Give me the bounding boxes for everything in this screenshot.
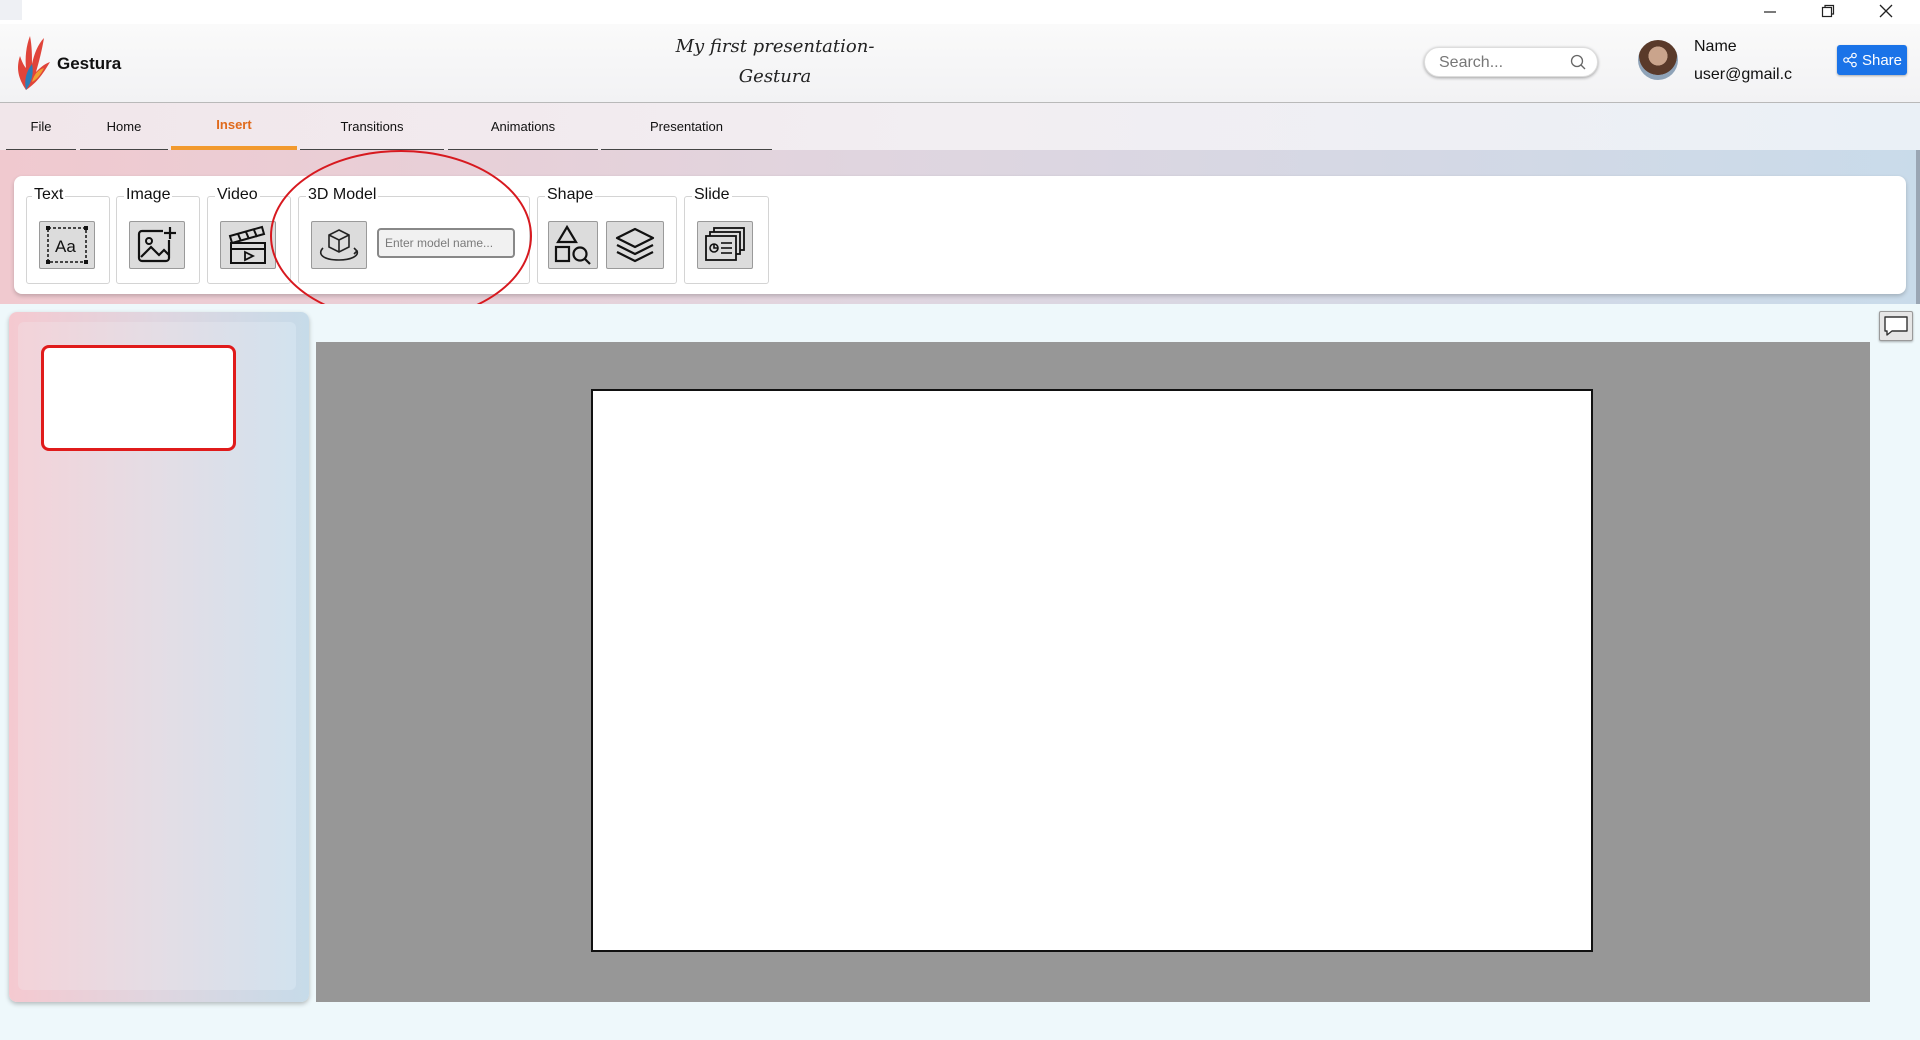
tab-home[interactable]: Home [80,103,168,150]
scrollbar[interactable] [1916,150,1920,304]
comment-icon [1884,316,1908,336]
window-titlebar [0,0,1920,24]
close-button[interactable] [1857,0,1915,22]
search-box [1424,47,1598,77]
3d-cube-icon [319,229,359,261]
minimize-button[interactable] [1741,0,1799,22]
arrange-layers-button[interactable] [606,221,664,269]
video-clapper-icon [228,225,266,264]
layers-icon [615,227,655,263]
search-input[interactable] [1437,52,1567,74]
share-icon [1843,52,1857,68]
group-text-label: Text [32,186,66,204]
add-image-icon [137,226,177,263]
slide-thumbnail[interactable] [41,345,236,451]
comments-button[interactable] [1879,311,1913,341]
document-title: My first presentation- Gestura [640,32,910,92]
insert-3d-model-button[interactable] [311,221,367,269]
user-email: user@gmail.c [1694,66,1793,83]
restore-icon [1821,4,1835,18]
insert-shape-button[interactable] [548,221,598,269]
group-video-label: Video [215,186,260,204]
group-slide-label: Slide [692,186,732,204]
ribbon-tabs: File Home Insert Transitions Animations … [0,103,1920,150]
tab-transitions[interactable]: Transitions [300,103,444,150]
new-slide-button[interactable] [697,221,753,269]
group-image-label: Image [124,186,173,204]
group-shape-label: Shape [545,186,596,204]
svg-text:Aa: Aa [55,237,76,256]
gestura-logo-icon [18,36,50,90]
insert-video-button[interactable] [220,221,276,269]
app-header: Gestura My first presentation- Gestura N… [0,24,1920,103]
tab-file[interactable]: File [6,103,76,150]
insert-image-button[interactable] [129,221,185,269]
window-corner [0,0,22,20]
share-label: Share [1861,51,1903,69]
document-title-line2: Gestura [738,66,812,87]
close-icon [1879,4,1893,18]
new-slide-icon [705,227,745,261]
text-box-icon: Aa [46,226,88,264]
document-title-line1: My first presentation- [675,36,875,57]
user-name: Name [1694,38,1737,55]
search-icon[interactable] [1569,53,1587,71]
model-name-input[interactable] [377,228,515,258]
tab-presentation[interactable]: Presentation [601,103,772,150]
app-name: Gestura [57,54,122,73]
restore-button[interactable] [1799,0,1857,22]
avatar[interactable] [1638,40,1678,80]
shapes-icon [554,224,591,265]
slide-canvas[interactable] [591,389,1593,952]
tab-insert[interactable]: Insert [171,103,297,150]
insert-text-button[interactable]: Aa [39,221,95,269]
group-3d-model-label: 3D Model [306,186,379,204]
minimize-icon [1764,11,1776,13]
tab-animations[interactable]: Animations [448,103,598,150]
share-button[interactable]: Share [1837,45,1907,75]
